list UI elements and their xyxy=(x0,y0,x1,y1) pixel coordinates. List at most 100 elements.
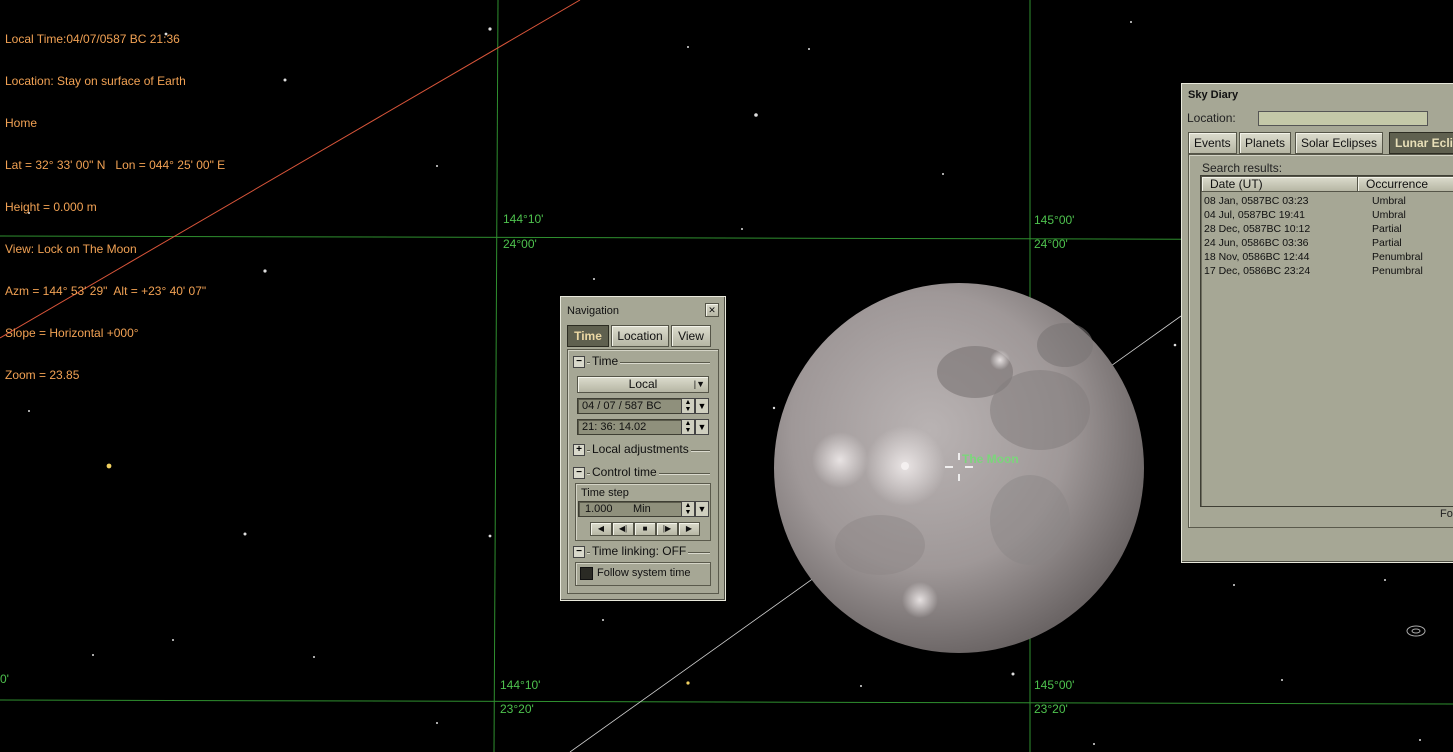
tab-events[interactable]: Events xyxy=(1188,132,1237,154)
time-mode-value: Local xyxy=(628,377,658,391)
collapse-icon[interactable]: − xyxy=(573,546,585,558)
eclipse-date: 28 Dec, 0587BC 10:12 xyxy=(1204,223,1311,235)
grid-label-altitude: 24°00' xyxy=(503,237,537,251)
time-step-field[interactable]: 1.000 Min xyxy=(578,501,682,517)
eclipse-occurrence: Penumbral xyxy=(1372,251,1423,263)
footer-button[interactable]: Fo xyxy=(1440,508,1453,520)
playback-controls: ◀ ◀| ■ |▶ ▶ xyxy=(590,522,700,536)
close-icon[interactable]: ✕ xyxy=(705,303,719,317)
sky-diary-title: Sky Diary xyxy=(1188,89,1239,101)
grid-label-azimuth: 144°10' xyxy=(500,678,541,692)
expand-icon[interactable]: + xyxy=(573,444,585,456)
eclipse-date: 17 Dec, 0586BC 23:24 xyxy=(1204,265,1311,277)
local-adjustments-label: Local adjustments xyxy=(590,442,691,456)
control-time-header[interactable]: − Control time xyxy=(573,465,710,479)
step-back-icon[interactable]: ◀| xyxy=(612,522,634,536)
eclipse-occurrence: Umbral xyxy=(1372,209,1406,221)
sky-diary-panel: Sky Diary Location: Events Planets Solar… xyxy=(1181,83,1453,563)
time-step-spinner-icon[interactable]: ▲ ▼ xyxy=(681,501,695,517)
collapse-icon[interactable]: − xyxy=(573,356,585,368)
tab-time[interactable]: Time xyxy=(567,325,609,347)
grid-label-azimuth: 0' xyxy=(0,672,9,686)
table-row[interactable]: 08 Jan, 0587BC 03:23 Umbral xyxy=(1204,194,1423,208)
table-row[interactable]: 28 Dec, 0587BC 10:12 Partial xyxy=(1204,222,1423,236)
play-reverse-icon[interactable]: ◀ xyxy=(590,522,612,536)
step-forward-icon[interactable]: |▶ xyxy=(656,522,678,536)
home-text: Home xyxy=(5,116,38,130)
table-row[interactable]: 17 Dec, 0586BC 23:24 Penumbral xyxy=(1204,264,1423,278)
control-time-label: Control time xyxy=(590,465,659,479)
eclipse-occurrence: Penumbral xyxy=(1372,265,1423,277)
navigation-titlebar[interactable]: Navigation ✕ xyxy=(561,301,725,321)
eclipse-occurrence: Umbral xyxy=(1372,195,1406,207)
tab-location[interactable]: Location xyxy=(611,325,669,347)
azm-alt-text: Azm = 144° 53' 29" Alt = +23° 40' 07" xyxy=(5,284,207,298)
time-step-label: Time step xyxy=(581,487,629,499)
moon-label[interactable]: The Moon xyxy=(962,452,1019,466)
search-results-label: Search results: xyxy=(1202,161,1283,175)
sky-diary-titlebar[interactable]: Sky Diary xyxy=(1182,84,1453,106)
time-step-dropdown-icon[interactable]: ▼ xyxy=(695,501,709,517)
time-linking-group: Follow system time xyxy=(575,562,711,586)
tab-solar-eclipses[interactable]: Solar Eclipses xyxy=(1295,132,1384,154)
results-table: 08 Jan, 0587BC 03:23 Umbral 04 Jul, 0587… xyxy=(1204,194,1423,278)
chevron-down-icon[interactable]: |▼ xyxy=(694,377,705,392)
time-section-label: Time xyxy=(590,354,621,368)
date-spinner-icon[interactable]: ▲ ▼ xyxy=(681,398,695,414)
tab-lunar-eclipses[interactable]: Lunar Eclipses xyxy=(1389,132,1453,154)
location-field[interactable] xyxy=(1258,111,1428,126)
date-dropdown-icon[interactable]: ▼ xyxy=(695,398,709,414)
time-spinner-icon[interactable]: ▲ ▼ xyxy=(681,419,695,435)
control-time-group: Time step 1.000 Min ▲ ▼ ▼ ◀ ◀| ■ |▶ ▶ xyxy=(575,483,711,541)
grid-label-altitude: 24°00' xyxy=(1034,237,1068,251)
location-text: Location: Stay on surface of Earth xyxy=(5,74,186,88)
stop-icon[interactable]: ■ xyxy=(634,522,656,536)
grid-label-altitude: 23°20' xyxy=(500,702,534,716)
time-value: 21: 36: 14.02 xyxy=(582,421,647,433)
eclipse-date: 08 Jan, 0587BC 03:23 xyxy=(1204,195,1309,207)
eclipse-date: 18 Nov, 0586BC 12:44 xyxy=(1204,251,1310,263)
grid-label-azimuth: 145°00' xyxy=(1034,213,1075,227)
moon-disk xyxy=(774,283,1144,653)
eclipse-date: 24 Jun, 0586BC 03:36 xyxy=(1204,237,1309,249)
collapse-icon[interactable]: − xyxy=(573,467,585,479)
local-adjustments-header[interactable]: + Local adjustments xyxy=(573,442,710,456)
height-text: Height = 0.000 m xyxy=(5,200,97,214)
tab-planets[interactable]: Planets xyxy=(1239,132,1292,154)
table-row[interactable]: 18 Nov, 0586BC 12:44 Penumbral xyxy=(1204,250,1423,264)
time-field[interactable]: 21: 36: 14.02 xyxy=(577,419,685,435)
navigation-title: Navigation xyxy=(567,305,619,317)
grid-label-altitude: 23°20' xyxy=(1034,702,1068,716)
table-row[interactable]: 24 Jun, 0586BC 03:36 Partial xyxy=(1204,236,1423,250)
play-forward-icon[interactable]: ▶ xyxy=(678,522,700,536)
grid-meridian-line xyxy=(493,0,499,752)
date-value: 04 / 07 / 587 BC xyxy=(582,400,662,412)
date-field[interactable]: 04 / 07 / 587 BC xyxy=(577,398,685,414)
grid-label-azimuth: 145°00' xyxy=(1034,678,1075,692)
view-text: View: Lock on The Moon xyxy=(5,242,137,256)
time-section-header[interactable]: − Time xyxy=(573,354,710,368)
grid-parallel-line xyxy=(0,699,1453,705)
time-linking-label: Time linking: OFF xyxy=(590,544,689,558)
navigation-panel: Navigation ✕ Time Location View − Time L… xyxy=(560,296,726,601)
local-time-text: Local Time:04/07/0587 BC 21:36 xyxy=(5,32,180,46)
column-header-occurrence[interactable]: Occurrence xyxy=(1357,176,1453,192)
location-label: Location: xyxy=(1187,111,1236,125)
column-header-date[interactable]: Date (UT) xyxy=(1201,176,1363,192)
galaxy-icon xyxy=(1406,625,1426,637)
status-overlay: Local Time:04/07/0587 BC 21:36 Location:… xyxy=(5,4,225,396)
time-mode-select[interactable]: Local |▼ xyxy=(577,376,709,393)
follow-system-time-checkbox[interactable] xyxy=(580,567,593,580)
eclipse-occurrence: Partial xyxy=(1372,223,1402,235)
eclipse-occurrence: Partial xyxy=(1372,237,1402,249)
tab-view[interactable]: View xyxy=(671,325,711,347)
table-row[interactable]: 04 Jul, 0587BC 19:41 Umbral xyxy=(1204,208,1423,222)
lat-lon-text: Lat = 32° 33' 00" N Lon = 044° 25' 00" E xyxy=(5,158,226,172)
zoom-text: Zoom = 23.85 xyxy=(5,368,80,382)
time-step-unit: Min xyxy=(633,503,651,515)
time-dropdown-icon[interactable]: ▼ xyxy=(695,419,709,435)
eclipse-date: 04 Jul, 0587BC 19:41 xyxy=(1204,209,1305,221)
grid-label-azimuth: 144°10' xyxy=(503,212,544,226)
time-linking-header[interactable]: − Time linking: OFF xyxy=(573,544,710,558)
follow-system-time-label[interactable]: Follow system time xyxy=(597,567,691,579)
